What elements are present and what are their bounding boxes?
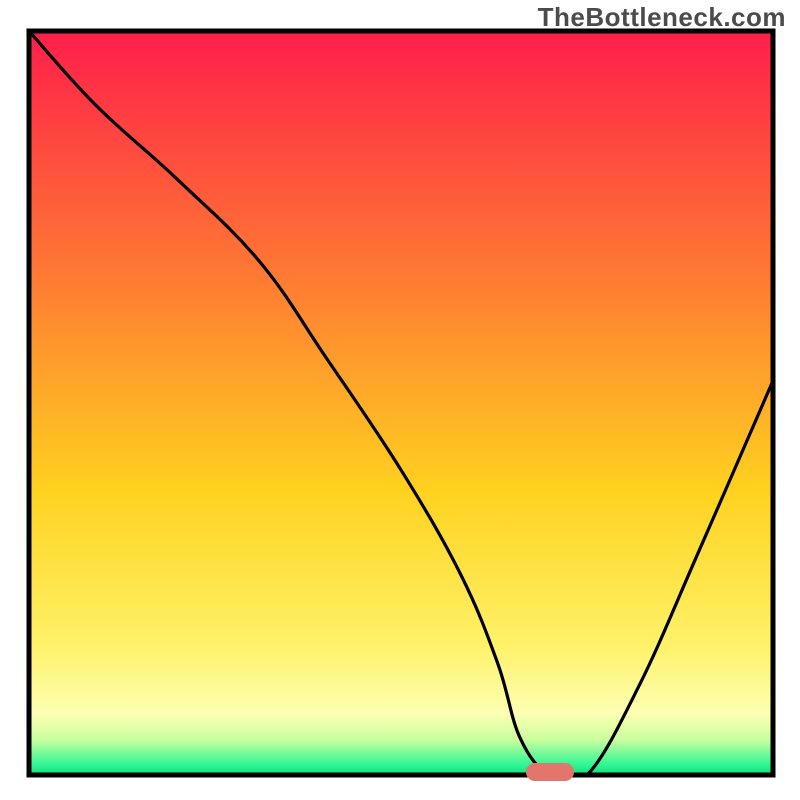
watermark-text: TheBottleneck.com [538, 2, 786, 33]
bottleneck-chart [0, 0, 800, 800]
gradient-background [31, 33, 771, 773]
optimal-marker-pill [526, 763, 574, 781]
chart-stage: TheBottleneck.com [0, 0, 800, 800]
